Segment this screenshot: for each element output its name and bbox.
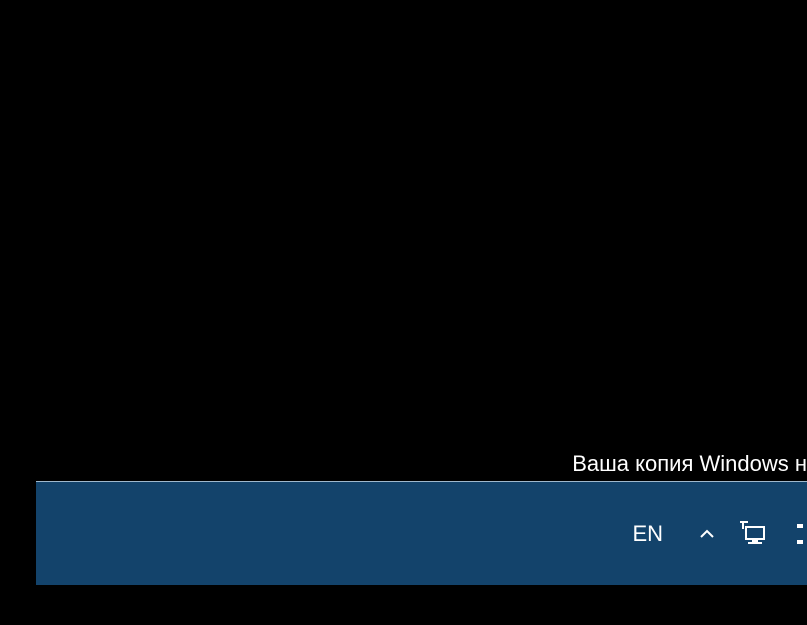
tray-edge-item[interactable]	[797, 521, 807, 547]
desktop-area[interactable]: Ваша копия Windows н EN	[0, 0, 807, 625]
activation-watermark: Ваша копия Windows н	[572, 451, 807, 477]
taskbar[interactable]: EN	[36, 481, 807, 585]
system-tray: EN	[624, 517, 807, 551]
chevron-up-icon	[699, 529, 715, 539]
network-icon[interactable]	[739, 518, 771, 550]
language-indicator[interactable]: EN	[624, 517, 671, 551]
network-monitor-icon	[740, 521, 770, 547]
partial-icon	[797, 522, 805, 546]
show-hidden-icons-button[interactable]	[695, 522, 719, 546]
